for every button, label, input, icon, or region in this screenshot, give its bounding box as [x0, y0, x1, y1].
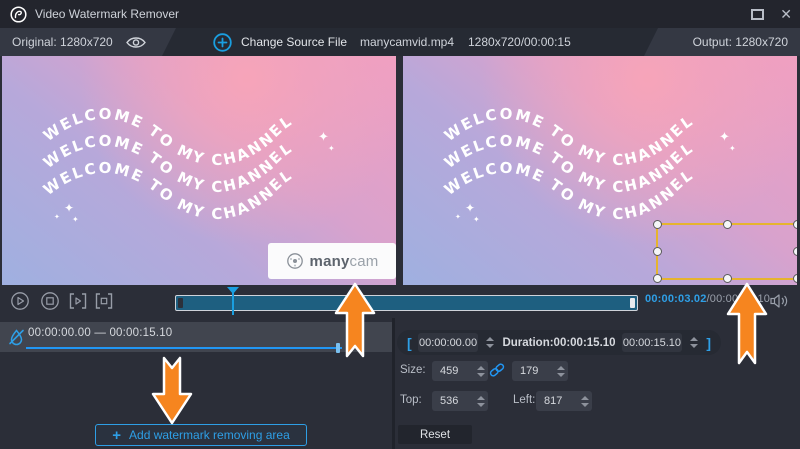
- end-time-stepper[interactable]: [688, 337, 700, 348]
- title-bar: Video Watermark Remover ✕: [0, 0, 800, 28]
- top-label: Top:: [400, 394, 422, 406]
- change-source-button[interactable]: Change Source File: [213, 28, 347, 56]
- area-time-range: 00:00:00.00 — 00:00:15.10: [28, 327, 172, 339]
- top-stepper[interactable]: [475, 396, 488, 407]
- selection-handle[interactable]: [723, 274, 732, 283]
- timeline-track[interactable]: [175, 295, 638, 311]
- left-stepper[interactable]: [579, 396, 592, 407]
- toolbar: Original: 1280x720 Change Source File ma…: [0, 28, 800, 56]
- volume-icon[interactable]: [769, 292, 791, 310]
- preview-eye-icon[interactable]: [125, 35, 147, 50]
- total-time: /00:00:15.10: [707, 293, 771, 305]
- playhead-line[interactable]: [232, 287, 234, 315]
- sparkle-icon: ✦: [473, 216, 480, 224]
- selection-handle[interactable]: [653, 247, 662, 256]
- panel-divider: [392, 318, 395, 449]
- delete-area-icon[interactable]: [347, 327, 363, 346]
- left-input[interactable]: 817: [536, 391, 592, 411]
- plus-icon: +: [112, 428, 121, 443]
- duration-label: Duration:00:00:15.10: [502, 337, 615, 349]
- left-label: Left:: [513, 394, 535, 406]
- selection-handle[interactable]: [793, 274, 797, 283]
- start-time-input[interactable]: 00:00:00.00: [418, 333, 479, 352]
- source-filename: manycamvid.mp4: [360, 28, 454, 56]
- timeline-left-cap: [178, 298, 183, 308]
- add-area-label: Add watermark removing area: [129, 428, 290, 442]
- selection-handle[interactable]: [723, 220, 732, 229]
- height-input[interactable]: 179: [512, 361, 568, 381]
- width-input[interactable]: 459: [432, 361, 488, 381]
- selection-handle[interactable]: [653, 220, 662, 229]
- end-time-input[interactable]: 00:00:15.10: [622, 333, 683, 352]
- sparkle-icon: ✦: [64, 202, 74, 214]
- area-range-slider[interactable]: [26, 347, 342, 349]
- area-slider-thumb[interactable]: [336, 343, 340, 353]
- sparkle-icon: ✦: [729, 145, 736, 153]
- output-video-preview: WELCOME TO MY CHANNEL WELCOME TO MY CHAN…: [403, 56, 797, 285]
- manycam-logo-icon: [286, 252, 304, 270]
- add-watermark-area-button[interactable]: + Add watermark removing area: [95, 424, 307, 446]
- timeline-right-handle[interactable]: [630, 298, 635, 308]
- manycam-watermark: manycam: [268, 243, 396, 279]
- width-stepper[interactable]: [475, 366, 488, 377]
- close-button[interactable]: ✕: [780, 7, 792, 21]
- reset-button[interactable]: Reset: [398, 425, 472, 444]
- start-time-stepper[interactable]: [484, 337, 496, 348]
- in-point-bracket: [: [407, 335, 412, 351]
- stop-segment-button[interactable]: [94, 291, 114, 311]
- selection-handle[interactable]: [793, 220, 797, 229]
- play-button[interactable]: [10, 291, 30, 311]
- manycam-wordmark: manycam: [310, 253, 379, 270]
- plus-circle-icon: [213, 33, 232, 52]
- original-label: Original: 1280x720: [12, 35, 113, 49]
- sparkle-icon: ✦: [328, 145, 335, 153]
- sparkle-icon: ✦: [72, 216, 79, 224]
- output-label: Output: 1280x720: [693, 35, 788, 49]
- selection-handle[interactable]: [653, 274, 662, 283]
- selection-handle[interactable]: [793, 247, 797, 256]
- sparkle-icon: ✦: [54, 214, 60, 221]
- watermark-area-row[interactable]: 00:00:00.00 — 00:00:15.10: [0, 322, 392, 352]
- annotation-arrow-down-add-button: [150, 356, 194, 426]
- size-label: Size:: [400, 364, 426, 376]
- sparkle-icon: ✦: [318, 130, 329, 143]
- play-segment-button[interactable]: [68, 291, 88, 311]
- change-source-label: Change Source File: [241, 35, 347, 49]
- sparkle-icon: ✦: [455, 214, 461, 221]
- current-time: 00:00:03.02: [645, 293, 707, 305]
- app-title: Video Watermark Remover: [35, 7, 179, 21]
- out-point-bracket: ]: [706, 335, 711, 351]
- link-aspect-icon[interactable]: [488, 362, 506, 378]
- original-tab: Original: 1280x720: [0, 28, 176, 56]
- watermark-selection-box[interactable]: [656, 223, 797, 280]
- sparkle-icon: ✦: [719, 130, 730, 143]
- watermark-remove-icon: [8, 328, 25, 346]
- sparkle-icon: ✦: [465, 202, 475, 214]
- output-tab: Output: 1280x720: [644, 28, 800, 56]
- top-input[interactable]: 536: [432, 391, 488, 411]
- clip-time-controls: [ 00:00:00.00 Duration:00:00:15.10 00:00…: [397, 330, 721, 355]
- original-video-preview: WELCOME TO MY CHANNEL WELCOME TO MY CHAN…: [2, 56, 396, 285]
- maximize-button[interactable]: [751, 9, 764, 20]
- playback-bar: 00:00:03.02/00:00:15.10: [0, 285, 800, 318]
- stop-button[interactable]: [40, 291, 60, 311]
- source-resolution-duration: 1280x720/00:00:15: [468, 28, 571, 56]
- playback-time: 00:00:03.02/00:00:15.10: [645, 293, 770, 305]
- height-stepper[interactable]: [555, 366, 568, 377]
- app-logo-icon: [10, 6, 27, 23]
